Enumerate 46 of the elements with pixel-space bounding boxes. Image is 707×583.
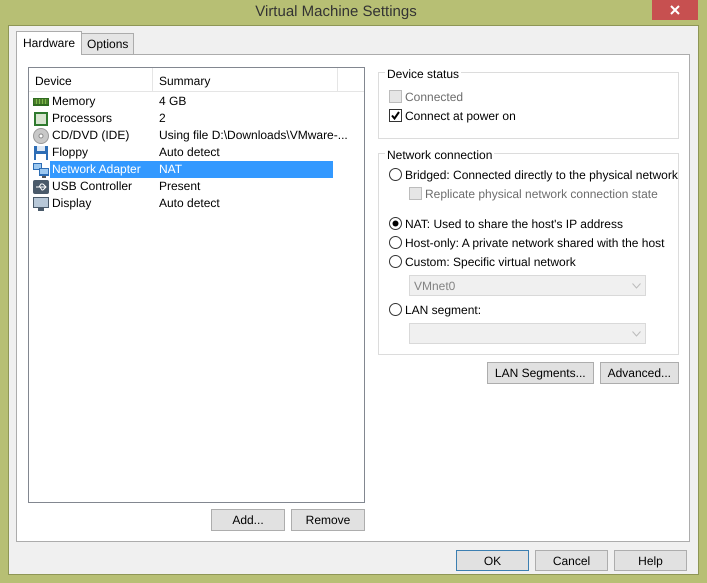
- monitor-icon: [33, 196, 49, 212]
- dialog-button[interactable]: Help: [614, 550, 687, 571]
- device-name[interactable]: USB Controller: [50, 178, 153, 195]
- device-name[interactable]: Display: [50, 195, 153, 212]
- disc-icon: [33, 128, 49, 144]
- close-button[interactable]: [652, 0, 698, 20]
- radio-label[interactable]: Custom: Specific virtual network: [405, 252, 576, 270]
- dialog-button[interactable]: Cancel: [535, 550, 608, 571]
- device-summary[interactable]: Auto detect: [153, 144, 333, 161]
- usb-icon: [33, 178, 49, 194]
- chevron-down-icon: [632, 282, 641, 288]
- dropdown-value: VMnet0: [414, 278, 456, 294]
- radio-button[interactable]: [389, 303, 402, 316]
- device-name[interactable]: CD/DVD (IDE): [50, 127, 153, 144]
- close-icon: [670, 5, 680, 15]
- radio-label[interactable]: Host-only: A private network shared with the host: [405, 234, 664, 252]
- checkbox[interactable]: [389, 109, 402, 122]
- tab[interactable]: Hardware: [16, 31, 82, 55]
- network-button[interactable]: LAN Segments...: [486, 362, 594, 384]
- processor-chip-icon: [33, 110, 49, 126]
- device-summary[interactable]: Present: [153, 178, 333, 195]
- radio-label[interactable]: Bridged: Connected directly to the physical network: [405, 166, 678, 184]
- column-header[interactable]: Device: [29, 68, 153, 91]
- network-button[interactable]: Advanced...: [600, 362, 679, 384]
- device-summary[interactable]: 2: [153, 110, 333, 127]
- device-name[interactable]: Memory: [50, 93, 153, 110]
- chevron-down-icon: [632, 330, 641, 336]
- network-computers-icon: [33, 162, 49, 178]
- dialog-button[interactable]: OK: [456, 550, 529, 571]
- radio-button[interactable]: [389, 236, 402, 249]
- radio-button[interactable]: [389, 168, 402, 181]
- device-name[interactable]: Processors: [50, 110, 153, 127]
- device-name[interactable]: Floppy: [50, 144, 153, 161]
- window-title: Virtual Machine Settings: [254, 2, 418, 22]
- device-summary[interactable]: Using file D:\Downloads\VMware-...: [153, 127, 348, 144]
- device-summary[interactable]: Auto detect: [153, 195, 333, 212]
- tab[interactable]: Options: [81, 33, 134, 54]
- device-summary[interactable]: 4 GB: [153, 93, 333, 110]
- list-button[interactable]: Add...: [211, 509, 285, 531]
- radio-label[interactable]: NAT: Used to share the host's IP address: [405, 214, 623, 232]
- checkbox-label[interactable]: Connect at power on: [405, 106, 516, 124]
- radio-button[interactable]: [389, 217, 402, 230]
- list-button[interactable]: Remove: [291, 509, 365, 531]
- radio-button[interactable]: [389, 255, 402, 268]
- column-header[interactable]: Summary: [153, 68, 338, 91]
- radio-label[interactable]: LAN segment:: [405, 300, 482, 318]
